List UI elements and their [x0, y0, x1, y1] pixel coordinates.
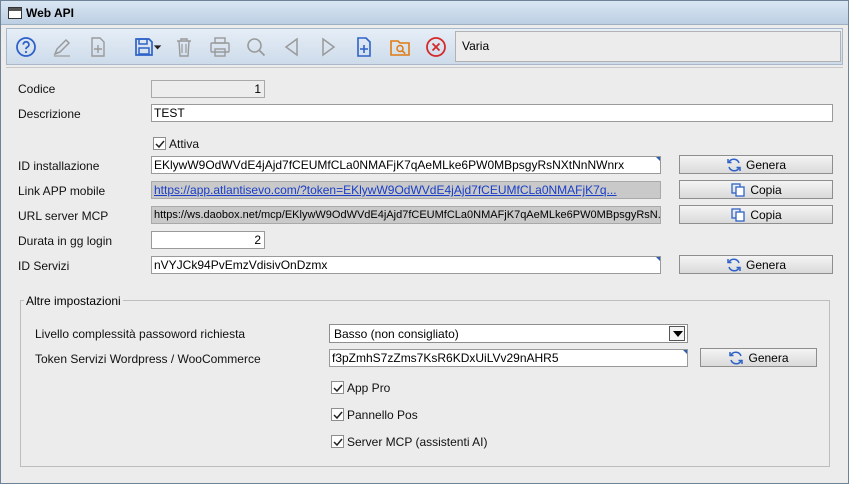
id-servizi-value: nVYJCk94PvEmzVdisivOnDzmx	[154, 258, 328, 272]
descrizione-label: Descrizione	[18, 107, 81, 121]
genera-token-button[interactable]: Genera	[700, 348, 817, 367]
codice-field: 1	[151, 80, 265, 98]
token-value: f3pZmhS7zZms7KsR6KDxUiLVv29nAHR5	[332, 351, 559, 365]
token-field[interactable]: f3pZmhS7zZms7KsR6KDxUiLVv29nAHR5	[329, 349, 688, 367]
search-icon[interactable]	[242, 33, 270, 61]
durata-field[interactable]: 2	[151, 231, 265, 249]
durata-label: Durata in gg login	[18, 234, 113, 248]
help-icon[interactable]	[12, 33, 40, 61]
copia-url-mcp-button[interactable]: Copia	[679, 205, 833, 224]
print-icon[interactable]	[206, 33, 234, 61]
check-icon	[333, 411, 343, 420]
check-icon	[333, 438, 343, 447]
field-corner-marker	[656, 157, 660, 161]
app-pro-label: App Pro	[347, 381, 391, 395]
chevron-down-icon[interactable]	[669, 326, 685, 341]
close-icon[interactable]	[422, 33, 450, 61]
copy-icon	[731, 207, 745, 222]
pannello-pos-label: Pannello Pos	[347, 408, 418, 422]
url-mcp-field: https://ws.daobox.net/mcp/EKlywW9OdWVdE4…	[151, 206, 661, 224]
descrizione-field[interactable]: TEST	[151, 104, 833, 122]
field-corner-marker	[683, 350, 687, 354]
codice-label: Codice	[18, 82, 56, 96]
attiva-label: Attiva	[169, 137, 200, 151]
token-label: Token Servizi Wordpress / WooCommerce	[35, 352, 261, 366]
genera-label: Genera	[745, 157, 787, 172]
window-title: Web API	[26, 6, 75, 20]
link-app-field[interactable]: https://app.atlantisevo.com/?token=EKlyw…	[151, 181, 661, 199]
link-app-label: Link APP mobile	[18, 184, 106, 198]
descrizione-value: TEST	[154, 106, 185, 120]
copia-label: Copia	[750, 207, 782, 222]
genera-id-servizi-button[interactable]: Genera	[679, 255, 833, 274]
id-servizi-field[interactable]: nVYJCk94PvEmzVdisivOnDzmx	[151, 256, 661, 274]
previous-icon[interactable]	[278, 33, 306, 61]
id-installazione-field[interactable]: EKlywW9OdWVdE4jAjd7fCEUMfCLa0NMAFjK7qAeM…	[151, 156, 661, 174]
title-bar: Web API	[1, 1, 848, 25]
refresh-icon	[727, 257, 741, 272]
refresh-icon	[727, 157, 741, 172]
app-pro-checkbox[interactable]	[331, 381, 344, 394]
genera-label: Genera	[745, 257, 787, 272]
new-document-icon[interactable]	[350, 33, 378, 61]
window-icon	[8, 7, 22, 19]
copia-label: Copia	[750, 182, 782, 197]
livello-select[interactable]: Basso (non consigliato)	[329, 324, 688, 343]
copia-link-app-button[interactable]: Copia	[679, 180, 833, 199]
save-dropdown-icon[interactable]	[152, 33, 164, 61]
delete-icon[interactable]	[170, 33, 198, 61]
check-icon	[155, 140, 165, 149]
url-mcp-label: URL server MCP	[18, 209, 109, 223]
toolbar: Varia	[6, 28, 843, 65]
field-corner-marker	[656, 257, 660, 261]
new-copy-icon[interactable]	[84, 33, 112, 61]
copy-icon	[731, 182, 745, 197]
altre-impostazioni-title: Altre impostazioni	[24, 294, 123, 308]
genera-label: Genera	[748, 350, 789, 365]
livello-value: Basso (non consigliato)	[334, 327, 459, 341]
server-mcp-label: Server MCP (assistenti AI)	[347, 435, 488, 449]
genera-id-installazione-button[interactable]: Genera	[679, 155, 833, 174]
id-installazione-value: EKlywW9OdWVdE4jAjd7fCEUMfCLa0NMAFjK7qAeM…	[154, 158, 625, 172]
folder-search-icon[interactable]	[386, 33, 414, 61]
id-installazione-label: ID installazione	[18, 159, 100, 173]
server-mcp-checkbox[interactable]	[331, 435, 344, 448]
edit-icon[interactable]	[48, 33, 76, 61]
form-content: Codice 1 Descrizione TEST Attiva ID inst…	[6, 67, 843, 478]
link-app-url[interactable]: https://app.atlantisevo.com/?token=EKlyw…	[154, 183, 617, 197]
durata-value: 2	[254, 233, 261, 247]
check-icon	[333, 384, 343, 393]
record-title-field: Varia	[455, 31, 841, 62]
livello-label: Livello complessità passoword richiesta	[35, 327, 246, 341]
refresh-icon	[729, 350, 744, 365]
pannello-pos-checkbox[interactable]	[331, 408, 344, 421]
next-icon[interactable]	[314, 33, 342, 61]
attiva-checkbox[interactable]	[153, 137, 166, 150]
web-api-window: Web API Varia Codice 1 Descrizione TEST …	[0, 0, 849, 484]
id-servizi-label: ID Servizi	[18, 259, 70, 273]
